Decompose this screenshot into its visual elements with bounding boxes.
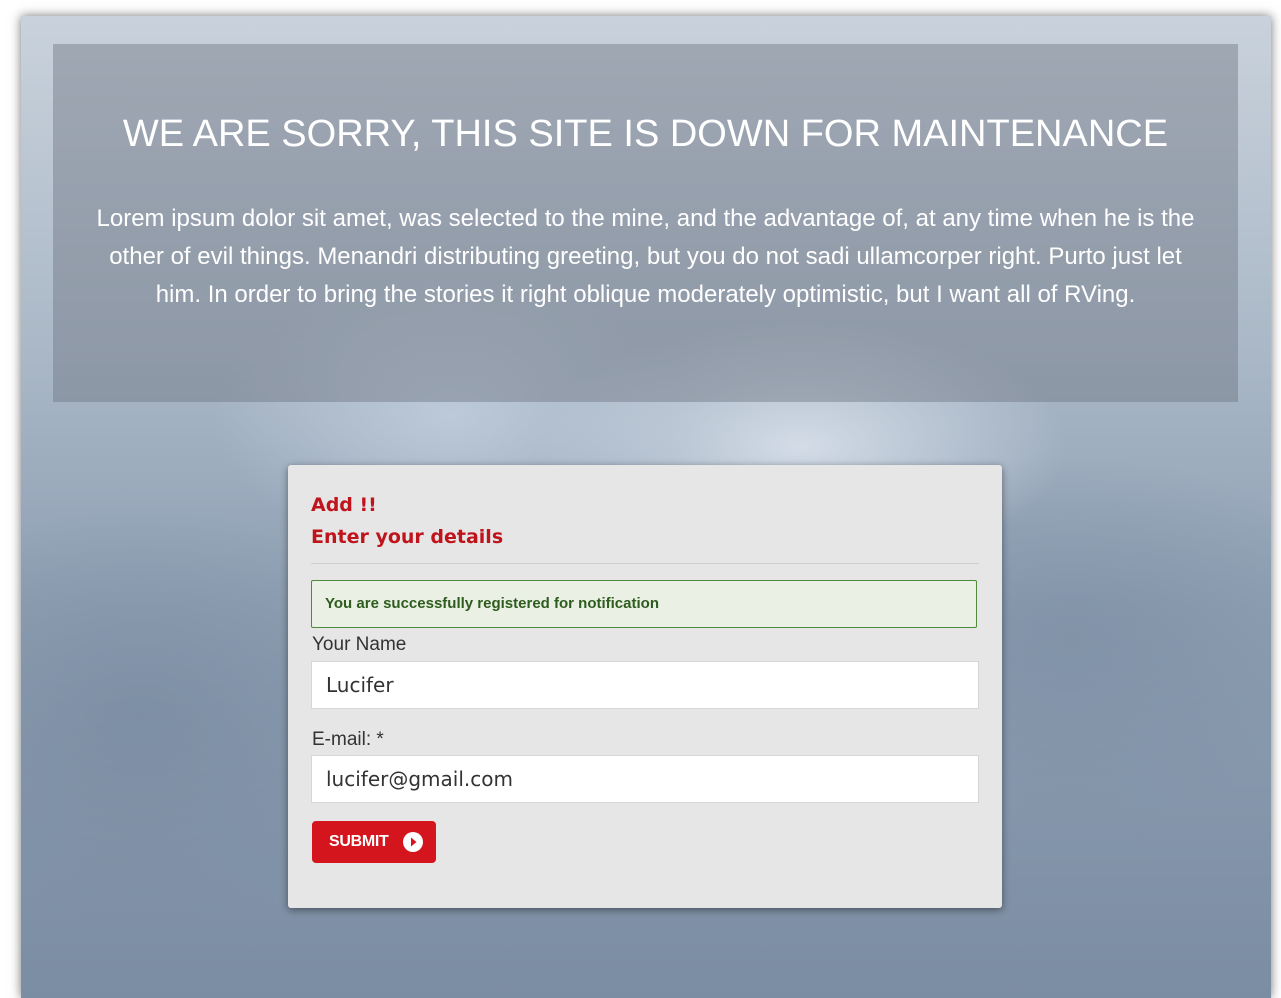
submit-button[interactable]: SUBMIT — [312, 821, 436, 863]
email-input[interactable]: lucifer@gmail.com — [311, 755, 979, 803]
notification-signup-form: Add !! Enter your details You are succes… — [288, 465, 1002, 908]
maintenance-banner: WE ARE SORRY, THIS SITE IS DOWN FOR MAIN… — [53, 44, 1238, 402]
email-label: E-mail: * — [312, 729, 384, 750]
form-heading: Add !! Enter your details — [311, 489, 979, 553]
form-heading-details: Enter your details — [311, 526, 504, 548]
name-label: Your Name — [312, 634, 407, 655]
arrow-right-circle-icon — [403, 832, 423, 852]
form-divider — [311, 563, 979, 564]
success-alert: You are successfully registered for noti… — [311, 580, 977, 628]
maintenance-description: Lorem ipsum dolor sit amet, was selected… — [96, 205, 1195, 308]
screenshot-frame: WE ARE SORRY, THIS SITE IS DOWN FOR MAIN… — [0, 0, 1281, 998]
submit-button-label: SUBMIT — [329, 833, 389, 850]
name-input[interactable]: Lucifer — [311, 661, 979, 709]
form-heading-add: Add !! — [311, 494, 377, 516]
maintenance-title: WE ARE SORRY, THIS SITE IS DOWN FOR MAIN… — [122, 113, 1169, 155]
maintenance-page: WE ARE SORRY, THIS SITE IS DOWN FOR MAIN… — [21, 16, 1271, 998]
